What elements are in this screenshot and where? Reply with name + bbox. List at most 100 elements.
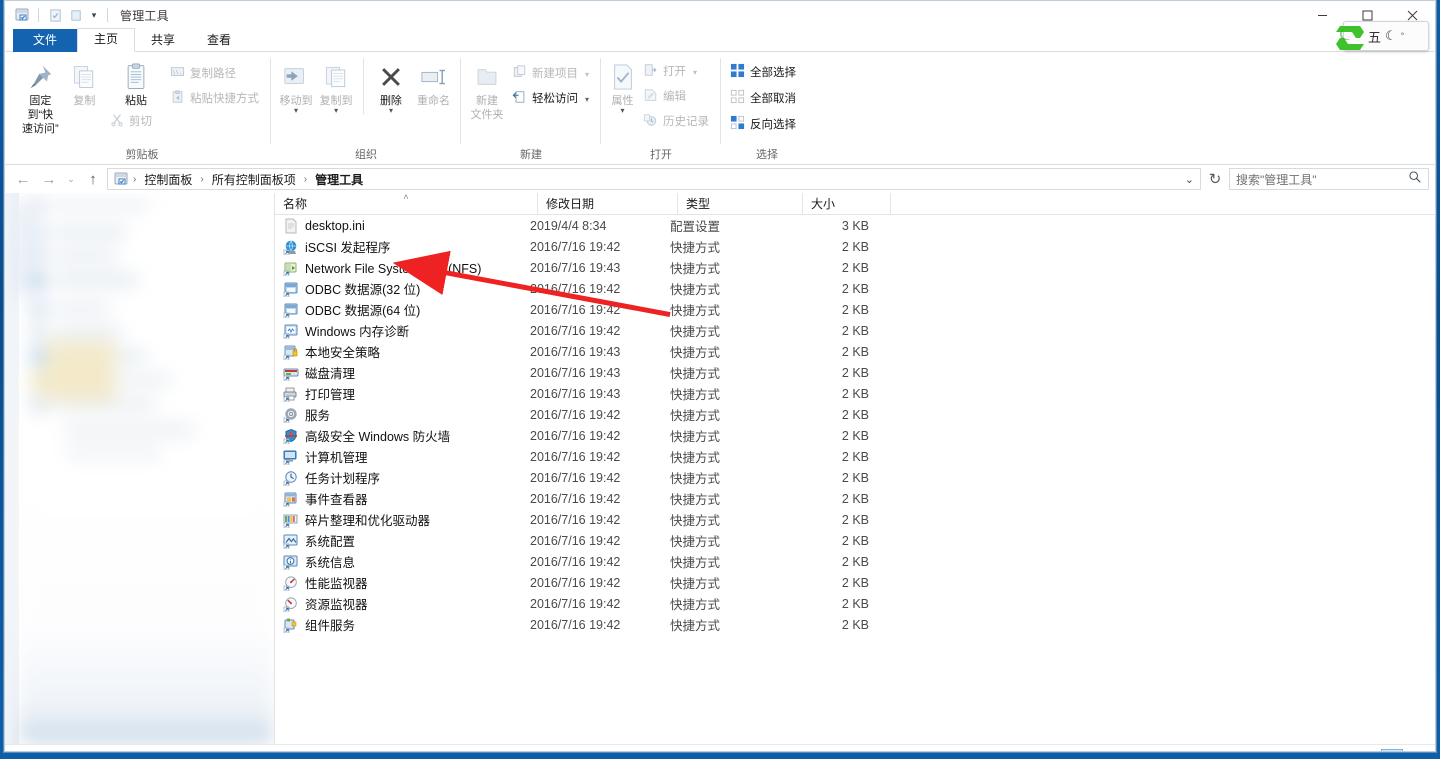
tab-share[interactable]: 共享 [135,30,191,52]
breadcrumb-item-control-panel[interactable]: 控制面板 [140,170,196,189]
file-name-cell[interactable]: 服务 [275,405,530,424]
copy-to-caret-icon[interactable]: ▾ [334,107,338,115]
table-row[interactable]: Windows 内存诊断 2016/7/16 19:42 快捷方式 2 KB [275,320,1435,341]
new-item-caret-icon[interactable]: ▾ [585,67,589,82]
move-to-button[interactable]: 移动到 ▾ [277,56,315,115]
easy-access-caret-icon[interactable]: ▾ [585,92,589,107]
table-row[interactable]: 组件服务 2016/7/16 19:42 快捷方式 2 KB [275,614,1435,635]
file-name-cell[interactable]: 任务计划程序 [275,468,530,487]
tab-home[interactable]: 主页 [77,28,136,52]
cut-button[interactable]: 剪切 [107,110,165,135]
file-name-cell[interactable]: 事件查看器 [275,489,530,508]
table-row[interactable]: 事件查看器 2016/7/16 19:42 快捷方式 2 KB [275,488,1435,509]
breadcrumb-separator-1[interactable]: › [198,174,205,185]
table-row[interactable]: 磁盘清理 2016/7/16 19:43 快捷方式 2 KB [275,362,1435,383]
file-name-cell[interactable]: ODBC 数据源(64 位) [275,300,530,319]
file-name-cell[interactable]: Windows 内存诊断 [275,321,530,340]
move-to-caret-icon[interactable]: ▾ [294,107,298,115]
table-row[interactable]: 高级安全 Windows 防火墙 2016/7/16 19:42 快捷方式 2 KB [275,425,1435,446]
table-row[interactable]: 系统信息 2016/7/16 19:42 快捷方式 2 KB [275,551,1435,572]
new-folder-button[interactable]: 新建 文件夹 [467,56,507,122]
column-header-size[interactable]: 大小 [803,193,891,215]
rename-button[interactable]: 重命名 [412,56,455,108]
file-name-cell[interactable]: 本地安全策略 [275,342,530,361]
file-name-cell[interactable]: 系统配置 [275,531,530,550]
search-input[interactable]: 搜索"管理工具" [1229,168,1429,190]
properties-caret-icon[interactable]: ▾ [620,107,624,115]
up-button[interactable]: ↑ [81,168,105,190]
file-name-cell[interactable]: 磁盘清理 [275,363,530,382]
breadcrumb[interactable]: › 控制面板 › 所有控制面板项 › 管理工具 ⌄ [107,168,1201,190]
table-row[interactable]: 系统配置 2016/7/16 19:42 快捷方式 2 KB [275,530,1435,551]
copy-to-button[interactable]: 复制到 ▾ [317,56,355,115]
breadcrumb-separator-0[interactable]: › [131,174,138,185]
table-row[interactable]: 资源监视器 2016/7/16 19:42 快捷方式 2 KB [275,593,1435,614]
tab-file[interactable]: 文件 [13,29,78,52]
table-row[interactable]: 计算机管理 2016/7/16 19:42 快捷方式 2 KB [275,446,1435,467]
table-row[interactable]: iSCSI 发起程序 2016/7/16 19:42 快捷方式 2 KB [275,236,1435,257]
open-caret-icon[interactable]: ▾ [693,65,697,80]
file-name-cell[interactable]: 碎片整理和优化驱动器 [275,510,530,529]
easy-access-button[interactable]: 轻松访问 ▾ [509,87,595,112]
column-header-type[interactable]: 类型 [678,193,803,215]
history-button[interactable]: 历史记录 [640,110,715,135]
address-history-dropdown-icon[interactable]: ⌄ [1185,173,1194,186]
delete-caret-icon[interactable]: ▾ [389,107,393,115]
table-row[interactable]: 任务计划程序 2016/7/16 19:42 快捷方式 2 KB [275,467,1435,488]
back-button[interactable]: ← [11,168,35,190]
new-item-button[interactable]: 新建项目 ▾ [509,62,595,87]
table-row[interactable]: 服务 2016/7/16 19:42 快捷方式 2 KB [275,404,1435,425]
new-folder-quick-icon[interactable] [67,6,85,24]
breadcrumb-item-all-items[interactable]: 所有控制面板项 [208,170,300,189]
copy-button[interactable]: 复制 [64,56,105,108]
file-name-cell[interactable]: 计算机管理 [275,447,530,466]
tab-view[interactable]: 查看 [191,30,247,52]
pin-to-quick-access-button[interactable]: 固定到“快 速访问” [19,56,62,136]
table-row[interactable]: 碎片整理和优化驱动器 2016/7/16 19:42 快捷方式 2 KB [275,509,1435,530]
navigation-pane[interactable] [5,193,275,744]
breadcrumb-item-admin-tools[interactable]: 管理工具 [311,170,367,189]
details-view-icon[interactable] [1381,749,1403,751]
properties-quick-icon[interactable] [46,6,64,24]
sogou-logo-icon[interactable] [1334,22,1368,54]
column-header-name[interactable]: ˄ 名称 [275,193,538,215]
file-name-cell[interactable]: 性能监视器 [275,573,530,592]
properties-button[interactable]: 属性 ▾ [607,56,638,115]
table-row[interactable]: 本地安全策略 2016/7/16 19:43 快捷方式 2 KB [275,341,1435,362]
qat-dropdown-icon[interactable]: ▾ [88,6,100,24]
file-list-pane[interactable]: ˄ 名称 修改日期 类型 大小 desktop.ini 2019/4/4 8:34… [275,193,1435,744]
paste-button[interactable]: 粘贴 [107,60,165,108]
table-row[interactable]: Network File System 服务(NFS) 2016/7/16 19:… [275,257,1435,278]
edit-button[interactable]: 编辑 [640,85,715,110]
file-name-cell[interactable]: iSCSI 发起程序 [275,237,530,256]
select-all-button[interactable]: 全部选择 [727,60,802,86]
table-row[interactable]: ODBC 数据源(32 位) 2016/7/16 19:42 快捷方式 2 KB [275,278,1435,299]
ime-moon-icon[interactable]: ☾ [1385,28,1397,44]
recent-locations-button[interactable]: ⌄ [63,168,79,190]
table-row[interactable]: 性能监视器 2016/7/16 19:42 快捷方式 2 KB [275,572,1435,593]
file-name-cell[interactable]: 打印管理 [275,384,530,403]
file-name-cell[interactable]: 组件服务 [275,615,530,634]
table-row[interactable]: desktop.ini 2019/4/4 8:34 配置设置 3 KB [275,215,1435,236]
file-name-cell[interactable]: Network File System 服务(NFS) [275,258,530,277]
column-header-date[interactable]: 修改日期 [538,193,678,215]
refresh-button[interactable]: ↻ [1203,168,1227,190]
file-name-cell[interactable]: 系统信息 [275,552,530,571]
file-name-cell[interactable]: desktop.ini [275,218,530,234]
ime-settings-icon[interactable]: ° [1401,31,1405,41]
sogou-ime-toolbar[interactable]: 五 ☾ ° [1336,21,1429,51]
table-row[interactable]: 打印管理 2016/7/16 19:43 快捷方式 2 KB [275,383,1435,404]
ime-mode-label[interactable]: 五 [1368,27,1381,46]
file-name-cell[interactable]: 高级安全 Windows 防火墙 [275,426,530,445]
file-name-cell[interactable]: 资源监视器 [275,594,530,613]
open-button[interactable]: 打开 ▾ [640,60,715,85]
select-none-button[interactable]: 全部取消 [727,86,802,112]
delete-button[interactable]: 删除 ▾ [372,56,410,115]
copy-path-button[interactable]: \\.. 复制路径 [167,62,265,87]
file-name-cell[interactable]: ODBC 数据源(32 位) [275,279,530,298]
forward-button[interactable]: → [37,168,61,190]
invert-selection-button[interactable]: 反向选择 [727,112,802,138]
paste-shortcut-button[interactable]: 粘贴快捷方式 [167,87,265,112]
table-row[interactable]: ODBC 数据源(64 位) 2016/7/16 19:42 快捷方式 2 KB [275,299,1435,320]
breadcrumb-separator-2[interactable]: › [302,174,309,185]
